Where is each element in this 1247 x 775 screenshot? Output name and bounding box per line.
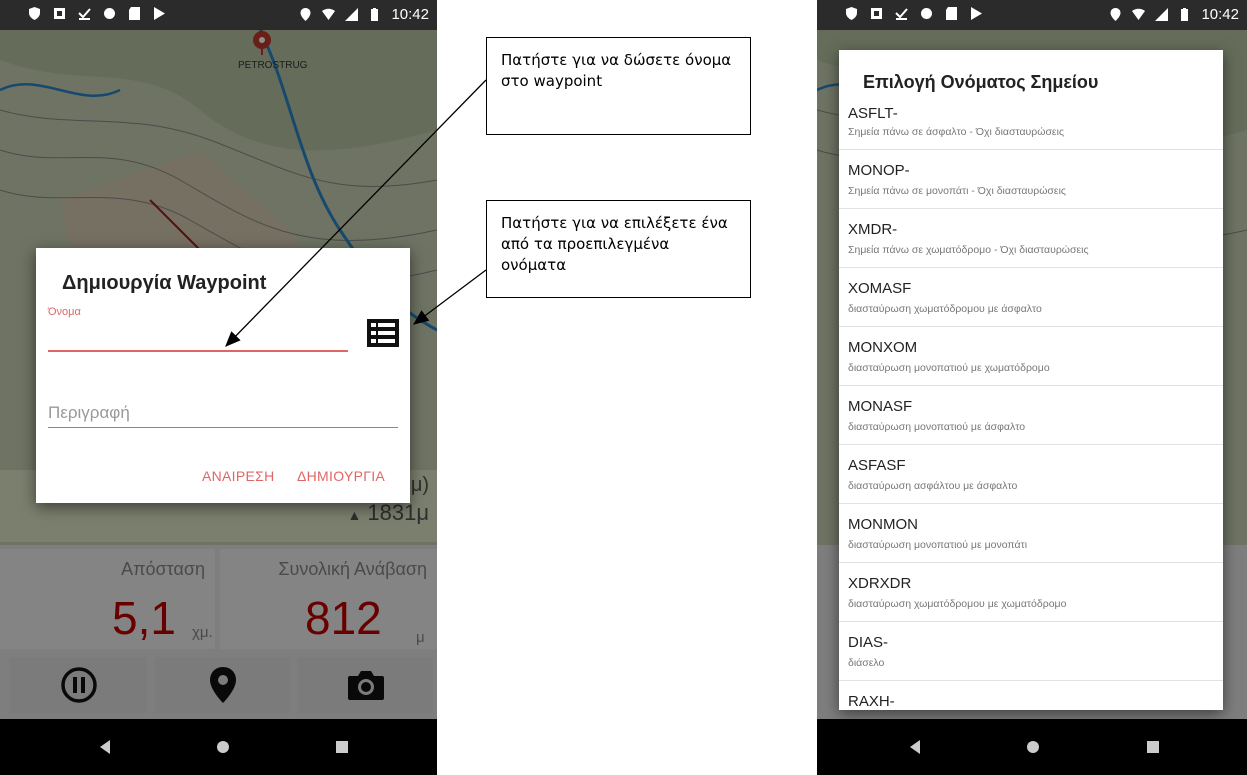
list-item[interactable]: XOMASF διασταύρωση χωματόδρομου με άσφαλτ… — [839, 268, 1223, 327]
list-item[interactable]: XMDR- Σημεία πάνω σε χωματόδρομο - Όχι δι… — [839, 209, 1223, 268]
item-description: Σημεία πάνω σε χωματόδρομο - Όχι διασταυ… — [848, 244, 1089, 256]
item-code: ASFASF — [848, 457, 906, 474]
home-button[interactable] — [1023, 737, 1043, 757]
list-item[interactable]: DIAS-διάσελο — [839, 622, 1223, 681]
battery-icon — [1178, 8, 1191, 21]
phone-screen-left: PETROSTRUG μ) ▲ 1831μ Απόσταση 5,1 χμ. Συ… — [0, 0, 437, 775]
preset-name-list[interactable]: ASFLT- Σημεία πάνω σε άσφαλτο - Όχι διαστ… — [839, 105, 1223, 710]
recents-button[interactable] — [1143, 737, 1163, 757]
notification-icon — [870, 7, 883, 20]
list-item[interactable]: MONMON διασταύρωση μονοπατιού με μονοπάτι — [839, 504, 1223, 563]
item-code: XDRXDR — [848, 575, 912, 592]
back-button[interactable] — [95, 737, 115, 757]
back-icon — [100, 740, 110, 754]
select-point-name-dialog: Επιλογή Ονόματος Σημείου ASFLT- Σημεία πά… — [839, 50, 1223, 710]
list-item[interactable]: MONASF διασταύρωση μονοπατιού με άσφαλτο — [839, 386, 1223, 445]
item-description: Σημεία πάνω σε άσφαλτο - Όχι διασταυρώσε… — [848, 126, 1064, 138]
item-code: ASFLT- — [848, 105, 898, 122]
download-done-icon — [895, 7, 908, 20]
item-code: XMDR- — [848, 221, 898, 238]
item-description: Σημεία πάνω σε μονοπάτι - Όχι διασταυρώσ… — [848, 185, 1066, 197]
home-icon — [217, 741, 229, 753]
item-code: MONASF — [848, 398, 913, 415]
navigation-bar — [817, 719, 1247, 775]
list-item[interactable]: RAXH- — [839, 681, 1223, 710]
description-field[interactable] — [48, 398, 398, 428]
item-code: MONXOM — [848, 339, 918, 356]
navigation-bar — [0, 719, 437, 775]
dialog-title: Δημιουργία Waypoint — [62, 272, 267, 294]
shield-icon — [28, 7, 41, 20]
recents-button[interactable] — [332, 737, 352, 757]
wifi-icon — [322, 8, 336, 21]
signal-icon — [345, 8, 359, 21]
item-description: διασταύρωση ασφάλτου με άσφαλτο — [848, 480, 1018, 492]
list-item[interactable]: XDRXDR διασταύρωση χωματόδρομου με χωματό… — [839, 563, 1223, 622]
item-description: διασταύρωση χωματόδρομου με άσφαλτο — [848, 303, 1042, 315]
list-icon — [367, 319, 399, 347]
list-item[interactable]: ASFASF διασταύρωση ασφάλτου με άσφαλτο — [839, 445, 1223, 504]
item-code: DIAS- — [848, 634, 889, 651]
play-store-icon — [153, 7, 166, 20]
back-button[interactable] — [905, 737, 925, 757]
location-icon — [299, 8, 312, 21]
item-code: XOMASF — [848, 280, 912, 297]
wifi-icon — [1132, 8, 1146, 21]
list-item[interactable]: MONXOM διασταύρωση μονοπατιού με χωματόδρ… — [839, 327, 1223, 386]
home-icon — [1027, 741, 1039, 753]
item-code: MONMON — [848, 516, 918, 533]
status-bar: 10:42 — [817, 0, 1247, 30]
create-button[interactable]: ΔΗΜΙΟΥΡΓΙΑ — [297, 468, 385, 484]
shield-icon — [845, 7, 858, 20]
create-waypoint-dialog: Δημιουργία Waypoint Όνομα ΑΝΑΙΡΕΣΗ ΔΗΜΙΟ… — [36, 248, 410, 503]
callout-name-field: Πατήστε για να δώσετε όνομα στο waypoint — [486, 37, 751, 135]
item-description: διασταύρωση μονοπατιού με μονοπάτι — [848, 539, 1028, 551]
recents-icon — [1147, 741, 1159, 753]
cancel-button[interactable]: ΑΝΑΙΡΕΣΗ — [202, 468, 275, 484]
play-store-icon — [970, 7, 983, 20]
download-done-icon — [78, 7, 91, 20]
item-code: MONOP- — [848, 162, 910, 179]
sd-card-icon — [128, 7, 141, 20]
status-bar: 10:42 — [0, 0, 437, 30]
name-field[interactable] — [48, 324, 348, 352]
list-item[interactable]: MONOP- Σημεία πάνω σε μονοπάτι - Όχι διασ… — [839, 150, 1223, 209]
circle-icon — [920, 7, 933, 20]
circle-icon — [103, 7, 116, 20]
callout-preset-button: Πατήστε για να επιλέξετε ένα από τα προε… — [486, 200, 751, 298]
item-description: διασταύρωση μονοπατιού με άσφαλτο — [848, 421, 1026, 433]
dialog-title: Επιλογή Ονόματος Σημείου — [863, 72, 1099, 92]
phone-screen-right: 10:42 Επιλογή Ονόματος Σημείου ASFLT- Σημ… — [817, 0, 1247, 775]
location-icon — [1109, 8, 1122, 21]
signal-icon — [1155, 8, 1169, 21]
item-description: διασταύρωση χωματόδρομου με χωματόδρομο — [848, 598, 1067, 610]
list-item[interactable]: ASFLT- Σημεία πάνω σε άσφαλτο - Όχι διαστ… — [839, 105, 1223, 150]
clock: 10:42 — [1201, 6, 1239, 23]
item-description: διάσελο — [848, 657, 885, 669]
item-code: RAXH- — [848, 693, 895, 710]
item-description: διασταύρωση μονοπατιού με χωματόδρομο — [848, 362, 1050, 374]
battery-icon — [368, 8, 381, 21]
back-icon — [910, 740, 920, 754]
recents-icon — [336, 741, 348, 753]
clock: 10:42 — [391, 6, 429, 23]
name-field-label: Όνομα — [48, 306, 81, 318]
notification-icon — [53, 7, 66, 20]
sd-card-icon — [945, 7, 958, 20]
preset-names-button[interactable] — [366, 318, 400, 348]
home-button[interactable] — [213, 737, 233, 757]
